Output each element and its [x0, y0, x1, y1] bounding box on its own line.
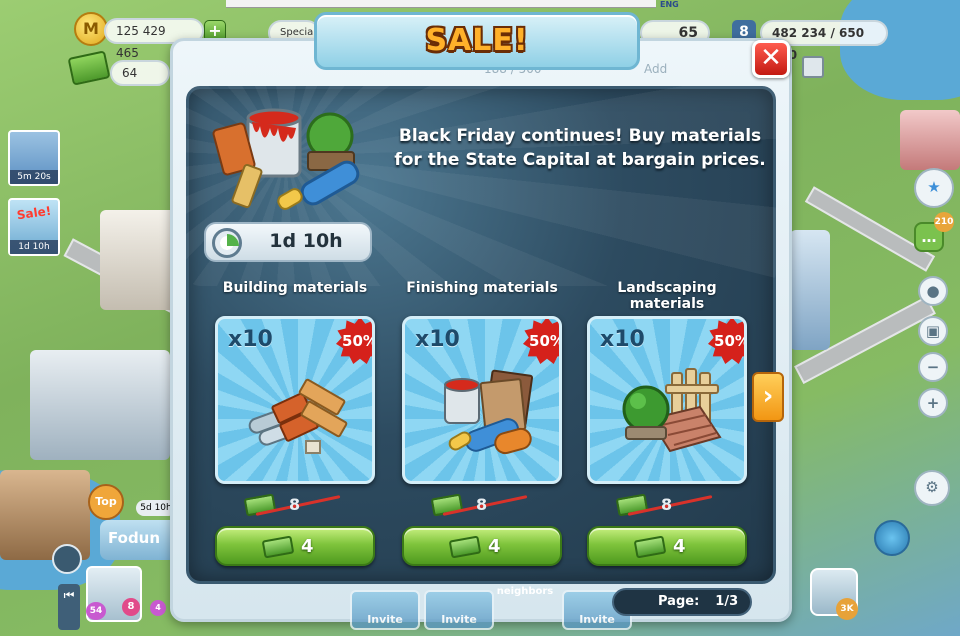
- next-page-button[interactable]: ›: [752, 372, 784, 422]
- globe-icon[interactable]: [874, 520, 910, 556]
- bonus-badge-value: 3K: [840, 604, 854, 614]
- item-category-building: Building materials: [222, 280, 368, 296]
- old-price-row: 8: [587, 490, 747, 520]
- discount-badge: 50%: [523, 319, 562, 365]
- buy-button-landscaping[interactable]: 4: [587, 526, 747, 566]
- stopwatch-icon: [212, 228, 242, 258]
- messages-badge: 210: [934, 212, 954, 232]
- friend-slot[interactable]: Invite: [350, 590, 420, 630]
- item-category-landscaping: Landscaping materials: [617, 280, 717, 312]
- friend-badge: 54: [86, 602, 106, 620]
- close-icon: ✕: [760, 43, 782, 73]
- chevron-right-icon: ›: [762, 381, 774, 411]
- item-quantity: x10: [415, 327, 460, 352]
- top-label: Top: [95, 495, 117, 508]
- item-card-landscaping[interactable]: x10 50%: [587, 316, 747, 484]
- dialog-title: SALE!: [425, 23, 529, 58]
- messages-count: 210: [934, 217, 954, 227]
- zoom-in-icon[interactable]: +: [918, 388, 948, 418]
- search-icon[interactable]: [52, 544, 82, 574]
- buy-price: 4: [488, 536, 501, 557]
- discount-badge: 50%: [708, 319, 747, 365]
- buy-price: 4: [673, 536, 686, 557]
- cash-icon: [261, 535, 295, 559]
- sale-description: Black Friday continues! Buy materials fo…: [394, 126, 766, 170]
- top-badge[interactable]: Top: [88, 484, 124, 520]
- sale-timer: 1d 10h: [10, 240, 58, 254]
- materials-illustration-icon: [212, 108, 360, 210]
- item-card-finishing[interactable]: x10 50%: [402, 316, 562, 484]
- title-tab: SALE!: [314, 12, 640, 70]
- discount-value: 50%: [342, 332, 375, 350]
- sale-timer-value: 1d 10h: [269, 230, 343, 252]
- invite-label: Invite: [441, 613, 477, 626]
- neighbors-label: neighbors: [496, 586, 554, 597]
- old-price: 8: [289, 495, 301, 514]
- buy-price: 4: [301, 536, 314, 557]
- discount-value: 50%: [529, 332, 562, 350]
- friend-badge-value: 54: [89, 606, 103, 616]
- cash-icon: [448, 535, 482, 559]
- language-label: ENG: [660, 0, 679, 9]
- cash-value: 64: [122, 66, 138, 80]
- person-icon[interactable]: ●: [918, 276, 948, 306]
- player-name-plate: Fodun: [100, 520, 180, 560]
- player-level-value: 8: [127, 601, 135, 612]
- item-quantity: x10: [600, 327, 645, 352]
- item-card-building[interactable]: x10 50%: [215, 316, 375, 484]
- old-price-row: 8: [402, 490, 562, 520]
- building-stadium[interactable]: [30, 350, 170, 460]
- old-price: 8: [661, 495, 673, 514]
- water-area: [840, 0, 960, 100]
- player-level-badge: 8: [122, 598, 140, 616]
- special-label: Special: [280, 27, 317, 38]
- page-value: 1/3: [715, 594, 739, 609]
- building-timer-label: 5d 10h: [140, 503, 172, 513]
- pagination: Page: 1/3: [612, 588, 752, 616]
- old-price: 8: [476, 495, 488, 514]
- building-pink[interactable]: [900, 110, 960, 170]
- quest-timer: 5m 20s: [10, 170, 58, 184]
- bonus-badge: 3K: [836, 598, 858, 620]
- coin-icon: M: [74, 12, 108, 46]
- add-ghost: Add: [644, 62, 668, 76]
- old-price-row: 8: [215, 490, 375, 520]
- building-materials-icon: [248, 378, 348, 454]
- finishing-materials-icon: [444, 369, 534, 455]
- zoom-out-icon[interactable]: −: [918, 352, 948, 382]
- language-switch[interactable]: ENG: [660, 0, 679, 9]
- friend-badge-value: 4: [155, 603, 161, 612]
- item-category-finishing: Finishing materials: [406, 280, 558, 296]
- browser-toolbar-strip: [226, 0, 656, 8]
- landscaping-materials-icon: [622, 368, 722, 453]
- building-tower[interactable]: [790, 230, 830, 350]
- first-page-icon[interactable]: ⏮: [58, 584, 80, 630]
- building-castle[interactable]: [100, 210, 180, 310]
- fullscreen-icon[interactable]: ▣: [918, 316, 948, 346]
- discount-badge: 50%: [336, 319, 375, 365]
- quest-tile[interactable]: 5m 20s: [8, 130, 60, 186]
- cash-counter: 64: [110, 60, 170, 86]
- sale-timer: 1d 10h: [204, 222, 372, 262]
- buy-button-building[interactable]: 4: [215, 526, 375, 566]
- friend-slot[interactable]: Invite: [424, 590, 494, 630]
- invite-label: Invite: [367, 613, 403, 626]
- item-quantity: x10: [228, 327, 273, 352]
- discount-value: 50%: [714, 332, 747, 350]
- sale-banner: Sale!: [15, 203, 53, 223]
- close-button[interactable]: ✕: [752, 40, 790, 78]
- sale-tile[interactable]: Sale! 1d 10h: [8, 198, 60, 256]
- star-icon[interactable]: ★: [914, 168, 954, 208]
- player-name: Fodun: [108, 529, 161, 547]
- friend-badge: 4: [150, 600, 166, 616]
- gear-icon[interactable]: ⚙: [914, 470, 950, 506]
- buy-button-finishing[interactable]: 4: [402, 526, 562, 566]
- cash-icon: [633, 535, 667, 559]
- save-icon[interactable]: [802, 56, 824, 78]
- coin-symbol: M: [83, 19, 99, 38]
- page-label: Page:: [658, 594, 700, 609]
